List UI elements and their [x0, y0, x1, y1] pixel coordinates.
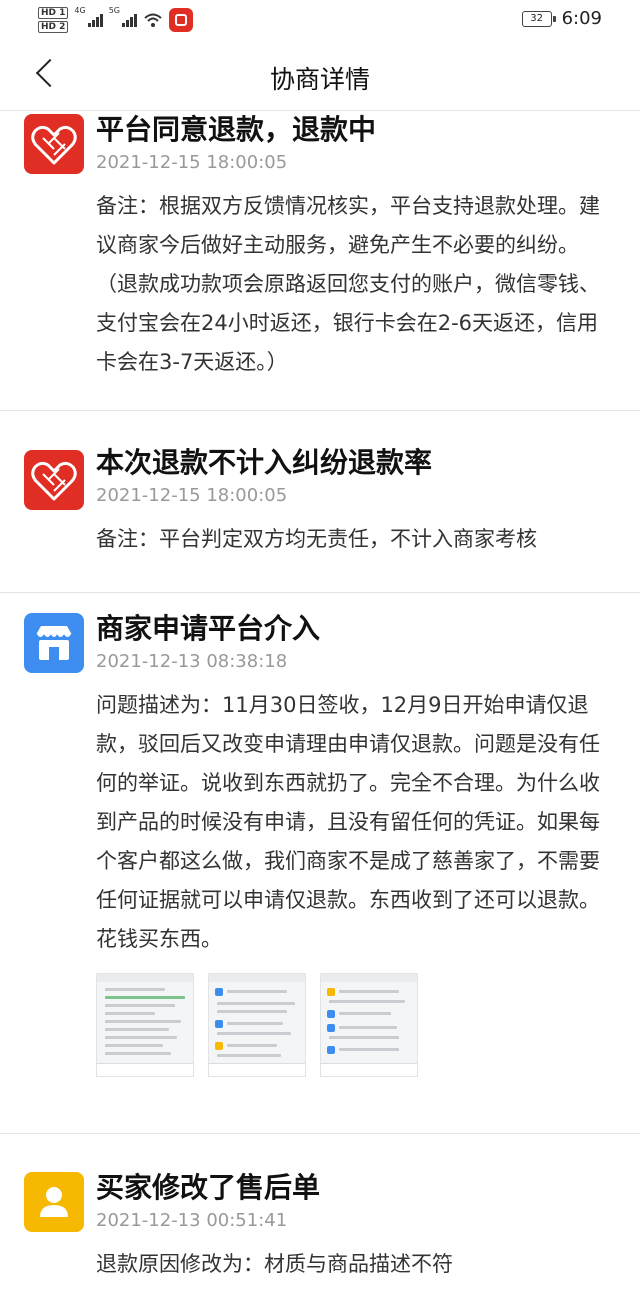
battery-icon: 32: [521, 10, 556, 27]
platform-logo-icon: [24, 114, 84, 174]
signal-icon-2: [122, 13, 137, 27]
user-icon: [24, 1172, 84, 1232]
list-item: 平台同意退款，退款中 2021-12-15 18:00:05 备注：根据双方反馈…: [0, 111, 640, 411]
entry-timestamp: 2021-12-15 18:00:05: [96, 152, 288, 173]
attachment-thumbnail[interactable]: [320, 973, 418, 1077]
sim2-hd-badge: HD 2: [38, 21, 69, 33]
signal-icon: [87, 13, 103, 27]
app-notification-icon: [169, 8, 193, 32]
status-bar-left: HD 1 HD 2 4G 5G: [38, 4, 193, 36]
attachment-thumbnail[interactable]: [208, 973, 306, 1077]
attachment-gallery: [96, 973, 600, 1077]
clock: 6:09: [561, 8, 602, 29]
entry-title: 商家申请平台介入: [96, 612, 321, 645]
network-type-2: 5G: [108, 6, 120, 15]
entry-title: 本次退款不计入纠纷退款率: [96, 446, 433, 479]
entry-title: 买家修改了售后单: [96, 1171, 321, 1204]
nav-bar: 协商详情: [0, 40, 640, 111]
entry-timestamp: 2021-12-13 00:51:41: [96, 1210, 288, 1231]
status-bar-right: 32 6:09: [521, 8, 602, 29]
entry-title: 平台同意退款，退款中: [96, 113, 377, 146]
wifi-icon: [144, 13, 162, 27]
negotiation-history-list: 平台同意退款，退款中 2021-12-15 18:00:05 备注：根据双方反馈…: [0, 111, 640, 1314]
entry-description: 问题描述为：11月30日签收，12月9日开始申请仅退款，驳回后又改变申请理由申请…: [96, 693, 600, 951]
entry-timestamp: 2021-12-13 08:38:18: [96, 651, 288, 672]
sim-indicators: HD 1 HD 2: [38, 7, 69, 33]
list-item: 本次退款不计入纠纷退款率 2021-12-15 18:00:05 备注：平台判定…: [0, 411, 640, 593]
entry-description: 备注：平台判定双方均无责任，不计入商家考核: [96, 527, 537, 551]
status-bar: HD 1 HD 2 4G 5G 32 6:09: [0, 0, 640, 40]
attachment-thumbnail[interactable]: [96, 973, 194, 1077]
list-item: 商家申请平台介入 2021-12-13 08:38:18 问题描述为：11月30…: [0, 593, 640, 1134]
entry-description: 退款原因修改为：材质与商品描述不符: [96, 1252, 453, 1276]
sim1-hd-badge: HD 1: [38, 7, 69, 19]
page-title: 协商详情: [269, 65, 370, 94]
entry-description: 备注：根据双方反馈情况核实，平台支持退款处理。建议商家今后做好主动服务，避免产生…: [96, 194, 600, 374]
entry-timestamp: 2021-12-15 18:00:05: [96, 485, 288, 506]
network-type-1: 4G: [74, 6, 86, 15]
store-icon: [24, 613, 84, 673]
list-item: 买家修改了售后单 2021-12-13 00:51:41 退款原因修改为：材质与…: [0, 1134, 640, 1314]
platform-logo-icon: [24, 450, 84, 510]
